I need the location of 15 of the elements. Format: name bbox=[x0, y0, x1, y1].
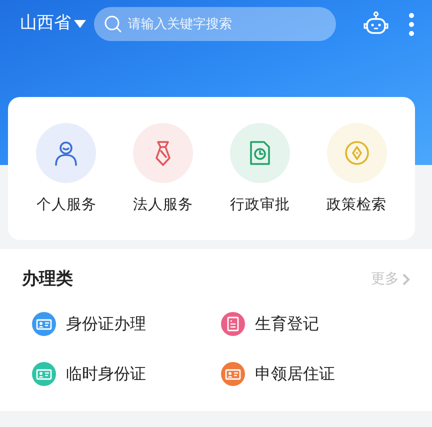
chevron-right-icon bbox=[402, 273, 410, 286]
region-selector[interactable]: 山西省 bbox=[20, 11, 86, 37]
service-item[interactable]: 临时身份证 bbox=[32, 362, 221, 386]
caret-icon bbox=[74, 20, 86, 28]
service-item[interactable]: 身份证办理 bbox=[32, 312, 221, 336]
service-button[interactable]: 法人服务 bbox=[114, 123, 212, 217]
coin-icon bbox=[342, 139, 371, 167]
service-item[interactable]: 生育登记 bbox=[221, 312, 410, 336]
service-button[interactable]: 行政审批 bbox=[212, 123, 308, 217]
service-button[interactable]: 个人服务 bbox=[18, 123, 115, 217]
service-item[interactable]: 申领居住证 bbox=[221, 362, 410, 386]
service-button[interactable]: 政策检索 bbox=[308, 123, 405, 217]
section-title: 办理类 bbox=[22, 268, 73, 291]
more-menu-icon[interactable] bbox=[408, 12, 414, 36]
search-icon bbox=[104, 15, 122, 33]
